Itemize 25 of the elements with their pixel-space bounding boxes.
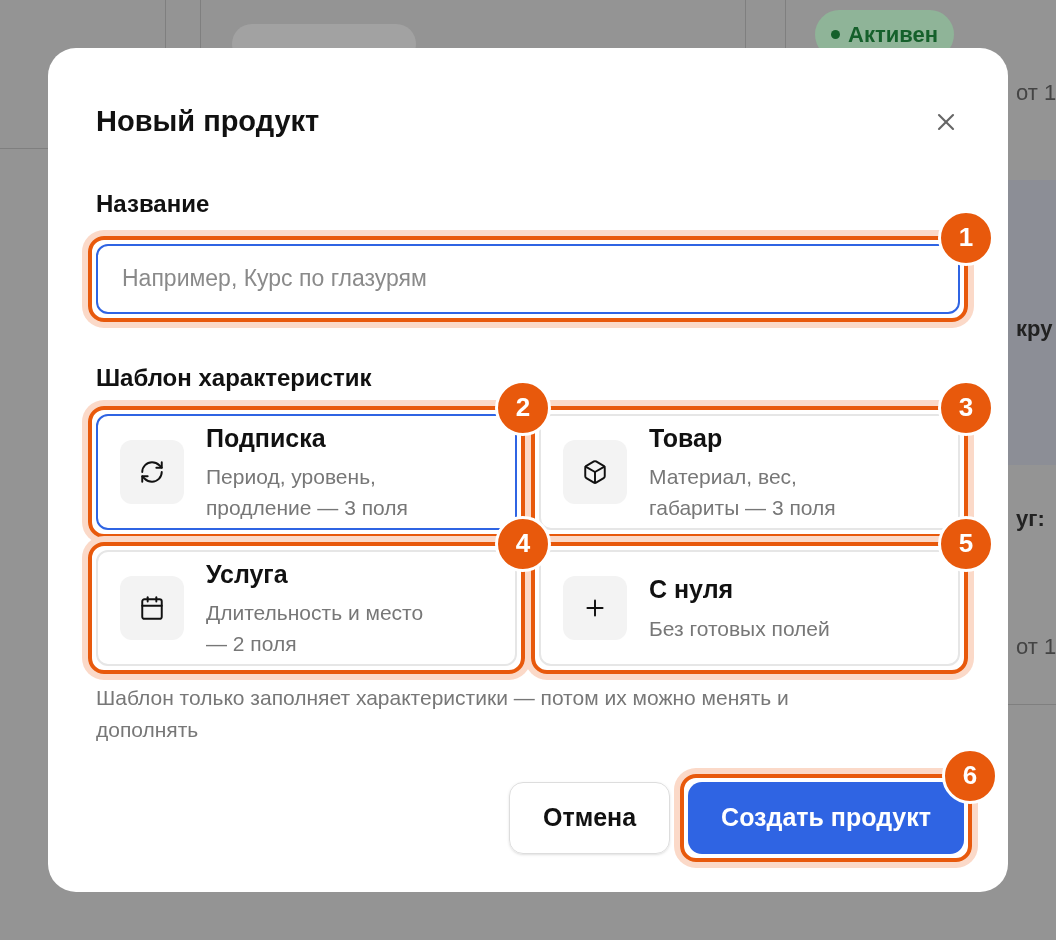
background-text: уг: [1016,505,1045,533]
background-text: от 1 [1016,79,1056,107]
template-description: Длительность и место — 2 поля [206,600,425,658]
cancel-button[interactable]: Отмена [509,781,671,854]
name-input-field[interactable]: Например, Курс по глазурям [96,243,960,314]
template-title: Услуга [206,558,289,590]
template-description: Материал, вес, габариты — 3 поля [649,464,837,522]
template-card[interactable]: Услуга Длительность и место — 2 поля [96,549,517,666]
template-card[interactable]: Товар Материал, вес, габариты — 3 поля [539,413,960,530]
create-button[interactable]: Создать продукт [688,781,964,854]
template-card[interactable]: С нуля Без готовых полей [539,549,960,666]
template-description: Без готовых полей [649,615,830,642]
template-title: С нуля [649,574,735,606]
hint-text: Шаблон только заполняет характеристики — потом их можно менять и дополнять [96,684,790,743]
annotation-badge: 5 [938,515,994,572]
template-card[interactable]: Подписка Период, уровень, продление — 3 поля [96,413,517,530]
template-title: Подписка [206,422,327,454]
dialog-title: Новый продукт [96,104,320,139]
background-text: от 1 [1016,633,1056,661]
section-label: Шаблон характеристик [96,362,373,393]
annotation-badge: 4 [495,515,551,572]
field-label: Название [96,188,211,219]
template-description: Период, уровень, продление — 3 поля [206,464,409,522]
background-text: кру [1016,315,1053,343]
template-title: Товар [649,422,724,454]
